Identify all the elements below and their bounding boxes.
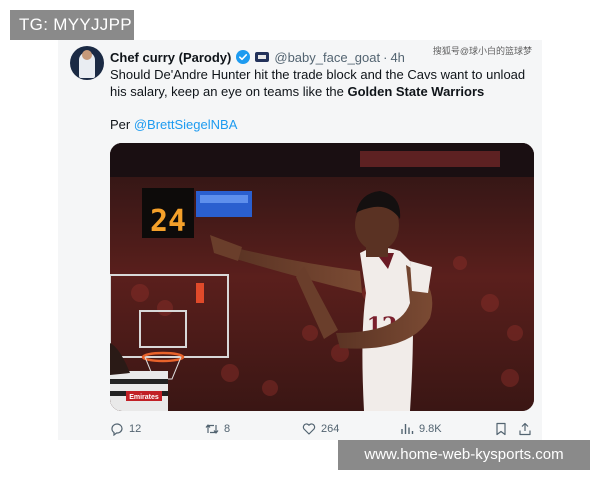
bookmark-icon [496,422,506,436]
reply-icon [111,423,123,436]
tweet-photo[interactable]: 24 Emirates 12 [110,143,534,411]
repost-icon [205,424,219,434]
author-name[interactable]: Chef curry (Parody) [110,50,231,65]
reply-count: 12 [129,423,142,435]
tweet-text: Should De'Andre Hunter hit the trade blo… [110,66,536,100]
share-icon [519,422,531,436]
verified-badge-icon [236,50,251,64]
tweet-text-bold: Golden State Warriors [347,84,485,99]
share-button[interactable] [518,420,537,438]
author-handle[interactable]: @baby_face_goat [274,50,380,65]
like-count: 264 [321,423,340,435]
credit-mention-link[interactable]: @BrettSiegelNBA [134,117,238,132]
like-button[interactable]: 264 [302,420,339,438]
scoreboard-digits: 24 [150,204,186,239]
tweet-credit: Per @BrettSiegelNBA [110,117,237,132]
separator-dot: · [383,49,388,65]
heart-icon [302,423,316,435]
repost-button[interactable]: 8 [205,420,230,438]
views-chart-icon [401,424,414,434]
avatar-head [82,50,92,60]
views-button[interactable]: 9.8K [400,420,442,438]
repost-count: 8 [224,423,231,435]
views-count: 9.8K [419,423,442,435]
credit-prefix: Per [110,117,134,132]
flag-icon [255,52,270,62]
site-watermark: www.home-web-kysports.com [338,440,590,470]
tweet-actions: 12 8 264 9.8K [110,420,534,438]
basketball-photo: 24 Emirates 12 [110,143,534,411]
tg-badge: TG: MYYJJPP [10,10,134,40]
sponsor-patch: Emirates [129,394,159,401]
tweet-card[interactable]: Chef curry (Parody) @baby_face_goat · 4h… [58,40,542,440]
avatar[interactable] [70,46,104,80]
tweet-header: Chef curry (Parody) @baby_face_goat · 4h [110,48,405,66]
timestamp[interactable]: 4h [390,50,404,65]
sohu-watermark: 搜狐号@球小白的篮球梦 [432,46,532,56]
bookmark-button[interactable] [494,420,513,438]
reply-button[interactable]: 12 [110,420,141,438]
